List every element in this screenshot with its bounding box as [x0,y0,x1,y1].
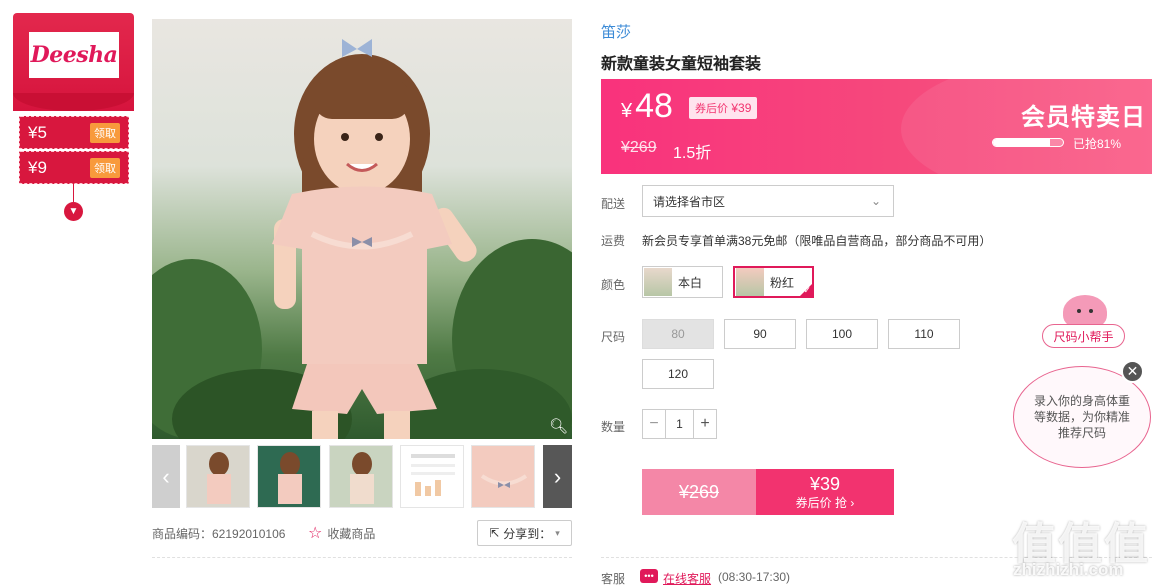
size-option-90[interactable]: 90 [724,319,796,349]
chevron-left-icon[interactable]: ‹ [152,445,180,508]
check-icon: ✓ [803,285,811,295]
color-option-white[interactable]: 本白 [642,266,723,298]
shipping-info: 新会员专享首单满38元免邮（限唯品自营商品，部分商品不可用） [642,234,992,248]
coupon-amount: ¥9 [28,157,47,177]
service-hours: (08:30-17:30) [718,570,791,584]
price-banner: ¥ 48 券后价 ¥39 ¥269 1.5折 会员特卖日 已抢81% [601,79,1152,174]
favorite-label: 收藏商品 [327,526,376,541]
after-coupon-label: 券后价 [695,103,728,115]
quantity-stepper: − 1 + [642,409,717,439]
chevron-down-icon[interactable]: ▼ [64,202,83,221]
thumbnail[interactable] [186,445,250,508]
size-option-120[interactable]: 120 [642,359,714,389]
buy-coupon-price: ¥39 [809,473,841,494]
region-select-value: 请选择省市区 [653,194,726,209]
product-sku: 商品编码：62192010106 [152,527,286,541]
event-title: 会员特卖日 [1021,104,1146,131]
mascot-eye [1077,309,1081,313]
share-icon: ⇱ [489,526,500,540]
favorite-button[interactable]: ☆ 收藏商品 [308,523,375,543]
sold-progress-fill [993,139,1050,146]
delivery-label: 配送 [601,197,626,211]
mascot-eye [1089,309,1093,313]
size-option-100[interactable]: 100 [806,319,878,349]
thumbnail[interactable] [257,445,321,508]
watermark-text: zhizhizhi.com [1013,560,1124,579]
after-coupon-price: ¥39 [731,101,752,115]
region-select[interactable]: 请选择省市区 ⌄ [642,185,894,217]
after-coupon-tag: 券后价 ¥39 [689,97,758,119]
claim-coupon-button[interactable]: 领取 [90,157,120,178]
size-label: 尺码 [601,330,626,344]
sold-progress-text: 已抢81% [1073,137,1122,151]
buy-original-price[interactable]: ¥269 [642,469,756,515]
chevron-down-icon: ⌄ [870,194,881,208]
shipping-label: 运费 [601,234,626,248]
size-option-110[interactable]: 110 [888,319,960,349]
chevron-right-icon[interactable]: › [543,445,572,508]
thumbnail[interactable] [329,445,393,508]
color-option-label: 粉红 [770,275,795,290]
star-icon: ☆ [308,525,323,542]
quantity-minus-button[interactable]: − [643,410,665,438]
main-product-photo[interactable]: 🔍︎ [152,19,572,439]
coupon-5[interactable]: ¥5 领取 [19,116,129,149]
color-option-label: 本白 [678,275,703,290]
online-service-link[interactable]: 在线客服 [663,570,711,587]
quantity-label: 数量 [601,420,626,434]
coupon-9[interactable]: ¥9 领取 [19,151,129,184]
discount-rate: 1.5折 [673,145,712,162]
chat-icon: ••• [640,569,658,583]
thumbnail[interactable] [471,445,535,508]
quantity-input[interactable]: 1 [665,410,694,438]
thumbnail[interactable] [400,445,464,508]
size-option-80: 80 [642,319,714,349]
close-icon[interactable]: ✕ [1121,360,1144,383]
brand-card-curve [13,93,134,111]
price-value: 48 [635,87,673,125]
quantity-plus-button[interactable]: + [694,410,716,438]
product-title: 新款童装女童短袖套装 [601,56,762,73]
share-label: 分享到： [503,526,552,541]
currency-symbol: ¥ [621,100,633,122]
color-swatch [736,268,764,296]
brand-card[interactable]: Deesha [13,13,134,111]
sold-progress-bar [992,138,1064,147]
original-price: ¥269 [621,139,657,156]
color-option-pink[interactable]: 粉红 ✓ [733,266,814,298]
share-button[interactable]: ⇱ 分享到： ▾ [477,520,572,546]
claim-coupon-button[interactable]: 领取 [90,122,120,143]
current-price: ¥ 48 [621,87,673,126]
coupon-amount: ¥5 [28,122,47,142]
color-label: 颜色 [601,278,626,292]
size-helper-button[interactable]: 尺码小帮手 [1042,324,1125,348]
brand-link[interactable]: 笛莎 [601,21,631,42]
buy-with-coupon-button[interactable]: ¥39 券后价 抢 › [756,469,894,515]
brand-logo: Deesha [29,32,119,78]
divider [152,557,572,558]
coupon-connector [73,184,74,202]
product-photo-illustration [152,39,572,439]
buy-coupon-label: 券后价 抢 › [795,495,855,510]
caret-down-icon: ▾ [555,527,560,538]
service-label: 客服 [601,572,626,586]
color-swatch [644,268,672,296]
magnifier-icon[interactable]: 🔍︎ [549,417,568,435]
